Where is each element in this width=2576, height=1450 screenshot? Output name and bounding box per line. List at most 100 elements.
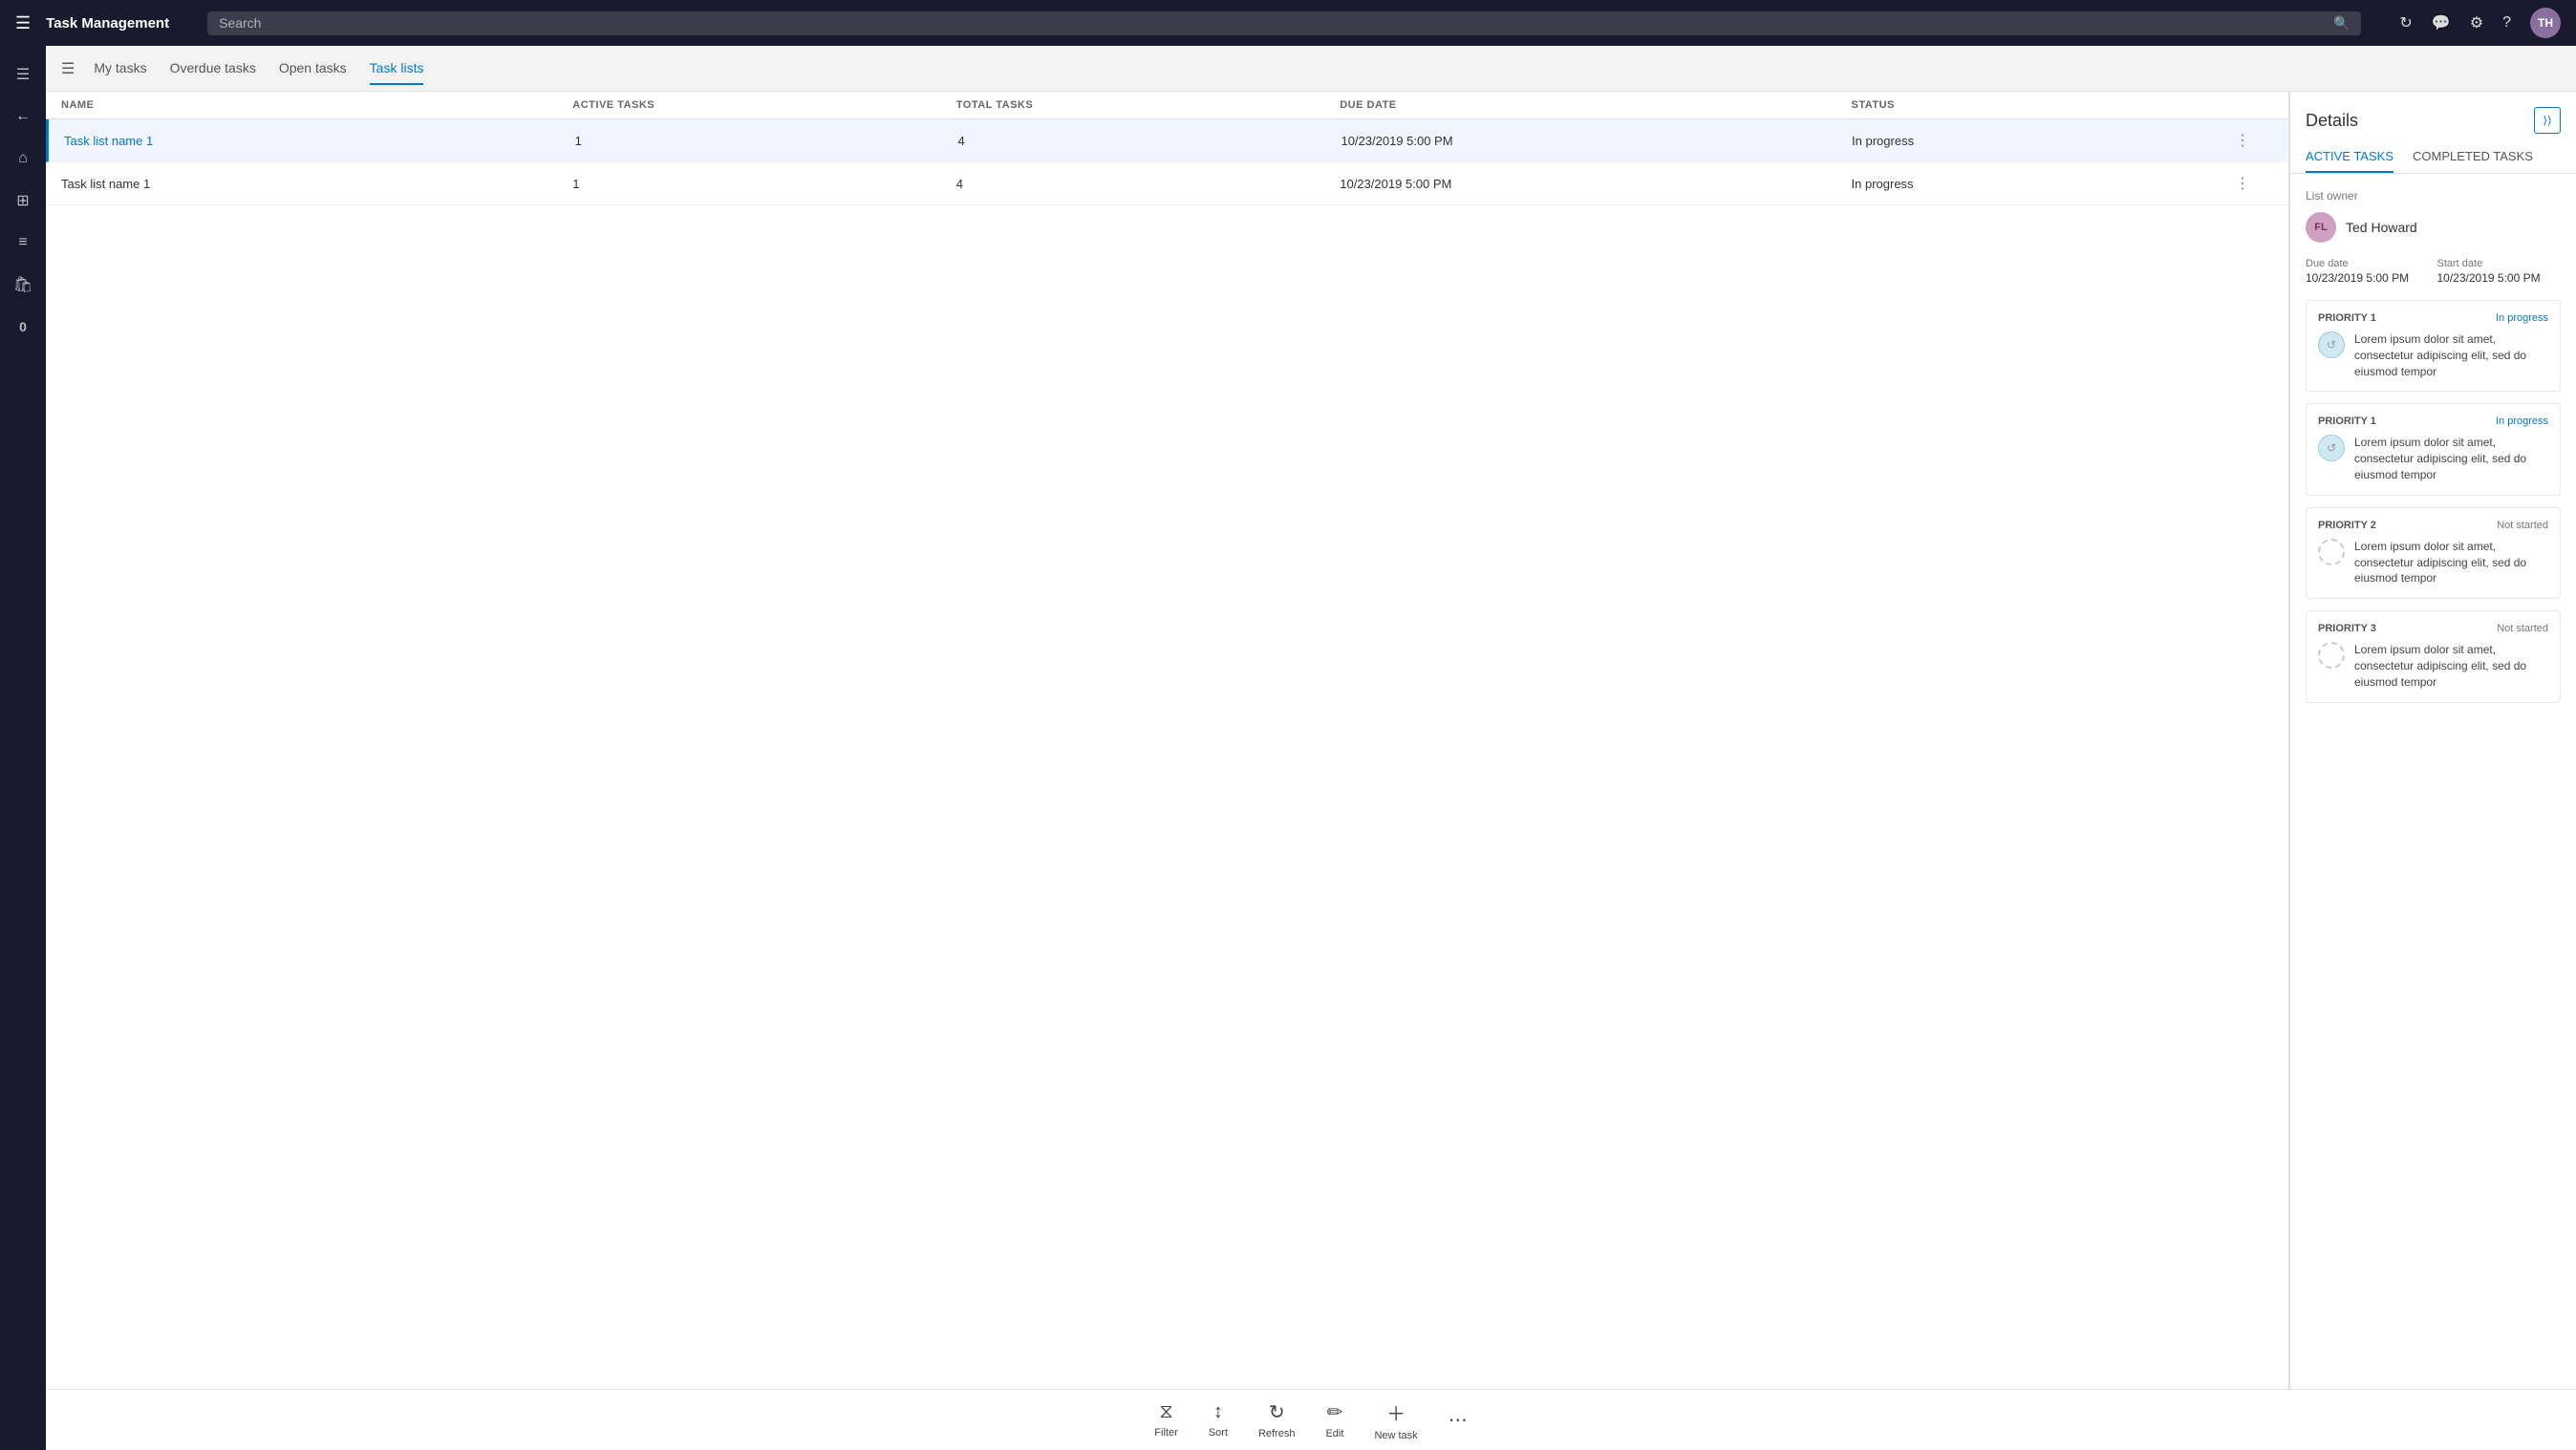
start-date-value: 10/23/2019 5:00 PM bbox=[2437, 271, 2562, 285]
task-card-4[interactable]: PRIORITY 3 Not started Lorem ipsum dolor… bbox=[2306, 610, 2561, 702]
tab-open-tasks[interactable]: Open tasks bbox=[279, 53, 347, 85]
table-header: NAME ACTIVE TASKS TOTAL TASKS DUE DATE S… bbox=[46, 92, 2288, 119]
task-card-1[interactable]: PRIORITY 1 In progress ↺ Lorem ipsum dol… bbox=[2306, 300, 2561, 392]
task-status-1: In progress bbox=[2496, 312, 2548, 324]
due-date-block: Due date 10/23/2019 5:00 PM bbox=[2306, 258, 2430, 285]
sidebar-home[interactable]: ⌂ bbox=[6, 141, 40, 176]
cell-total-2: 4 bbox=[956, 177, 1340, 191]
top-nav-icons: ↻ 💬 ⚙ ? TH bbox=[2399, 8, 2561, 38]
chat-icon[interactable]: 💬 bbox=[2432, 13, 2451, 32]
sidebar-list[interactable]: ≡ bbox=[6, 225, 40, 260]
row-more-2[interactable]: ⋮ bbox=[2235, 174, 2273, 193]
content-area: ☰ My tasks Overdue tasks Open tasks Task… bbox=[46, 46, 2576, 1450]
avatar[interactable]: TH bbox=[2530, 8, 2561, 38]
edit-button[interactable]: ✏ Edit bbox=[1325, 1400, 1343, 1439]
refresh-label: Refresh bbox=[1258, 1428, 1296, 1439]
cell-active-1: 1 bbox=[575, 134, 958, 148]
task-icon-1: ↺ bbox=[2318, 331, 2345, 358]
sort-icon: ↕ bbox=[1213, 1401, 1223, 1423]
task-card-content-3: Lorem ipsum dolor sit amet, consectetur … bbox=[2318, 539, 2548, 586]
cell-due-2: 10/23/2019 5:00 PM bbox=[1340, 177, 1851, 191]
search-icon: 🔍 bbox=[2333, 15, 2350, 32]
task-priority-3: PRIORITY 2 bbox=[2318, 520, 2376, 531]
filter-icon: ⧖ bbox=[1160, 1401, 1173, 1423]
help-icon[interactable]: ? bbox=[2502, 14, 2511, 32]
sidebar-bag[interactable]: 🛍 bbox=[6, 267, 40, 302]
task-card-header-2: PRIORITY 1 In progress bbox=[2318, 416, 2548, 427]
details-owner: FL Ted Howard bbox=[2306, 212, 2561, 243]
task-status-2: In progress bbox=[2496, 416, 2548, 427]
task-card-header-1: PRIORITY 1 In progress bbox=[2318, 312, 2548, 324]
toolbar-more-button[interactable]: ⋯ bbox=[1449, 1408, 1468, 1432]
start-date-block: Start date 10/23/2019 5:00 PM bbox=[2437, 258, 2562, 285]
tab-active-tasks[interactable]: ACTIVE TASKS bbox=[2306, 141, 2394, 173]
filter-label: Filter bbox=[1154, 1427, 1177, 1439]
refresh-icon[interactable]: ↻ bbox=[2399, 13, 2412, 32]
app-title: Task Management bbox=[46, 15, 169, 32]
cell-status-2: In progress bbox=[1852, 177, 2235, 191]
table-area: NAME ACTIVE TASKS TOTAL TASKS DUE DATE S… bbox=[46, 92, 2289, 1389]
details-panel: Details ⟩⟩ ACTIVE TASKS COMPLETED TASKS … bbox=[2289, 92, 2576, 1389]
sidebar-back[interactable]: ← bbox=[6, 99, 40, 134]
filter-button[interactable]: ⧖ Filter bbox=[1154, 1401, 1177, 1439]
details-collapse-button[interactable]: ⟩⟩ bbox=[2534, 107, 2561, 134]
details-tabs: ACTIVE TASKS COMPLETED TASKS bbox=[2290, 141, 2576, 174]
tab-overdue-tasks[interactable]: Overdue tasks bbox=[170, 53, 256, 85]
table-row[interactable]: Task list name 1 1 4 10/23/2019 5:00 PM … bbox=[46, 162, 2288, 205]
task-text-1: Lorem ipsum dolor sit amet, consectetur … bbox=[2354, 331, 2548, 379]
task-text-2: Lorem ipsum dolor sit amet, consectetur … bbox=[2354, 435, 2548, 482]
left-sidebar: ☰ ← ⌂ ⊞ ≡ 🛍 0 bbox=[0, 46, 46, 1450]
task-icon-2: ↺ bbox=[2318, 435, 2345, 461]
content-row: NAME ACTIVE TASKS TOTAL TASKS DUE DATE S… bbox=[46, 92, 2576, 1389]
col-due-date: DUE DATE bbox=[1340, 99, 1851, 111]
tab-task-lists[interactable]: Task lists bbox=[370, 53, 424, 85]
task-card-2[interactable]: PRIORITY 1 In progress ↺ Lorem ipsum dol… bbox=[2306, 403, 2561, 495]
row-more-1[interactable]: ⋮ bbox=[2235, 131, 2273, 150]
search-input[interactable] bbox=[219, 15, 2333, 31]
list-owner-label: List owner bbox=[2306, 189, 2561, 203]
owner-avatar: FL bbox=[2306, 212, 2336, 243]
sub-nav-tabs: My tasks Overdue tasks Open tasks Task l… bbox=[94, 53, 423, 85]
task-card-content-4: Lorem ipsum dolor sit amet, consectetur … bbox=[2318, 642, 2548, 690]
sidebar-hamburger[interactable]: ☰ bbox=[6, 57, 40, 92]
cell-name-2: Task list name 1 bbox=[61, 177, 572, 191]
task-card-3[interactable]: PRIORITY 2 Not started Lorem ipsum dolor… bbox=[2306, 507, 2561, 599]
refresh-button[interactable]: ↻ Refresh bbox=[1258, 1400, 1296, 1439]
sub-nav-hamburger[interactable]: ☰ bbox=[61, 59, 75, 78]
cell-name-1: Task list name 1 bbox=[64, 134, 575, 148]
owner-name: Ted Howard bbox=[2346, 220, 2417, 235]
tab-completed-tasks[interactable]: COMPLETED TASKS bbox=[2413, 141, 2533, 173]
cell-status-1: In progress bbox=[1852, 134, 2235, 148]
col-status: STATUS bbox=[1852, 99, 2235, 111]
cell-due-1: 10/23/2019 5:00 PM bbox=[1341, 134, 1852, 148]
sidebar-apps[interactable]: ⊞ bbox=[6, 183, 40, 218]
search-bar[interactable]: 🔍 bbox=[207, 11, 2361, 35]
settings-icon[interactable]: ⚙ bbox=[2470, 13, 2483, 32]
sidebar-badge: 0 bbox=[6, 309, 40, 344]
due-date-value: 10/23/2019 5:00 PM bbox=[2306, 271, 2430, 285]
details-header: Details ⟩⟩ bbox=[2290, 92, 2576, 134]
new-task-button[interactable]: ＋ New task bbox=[1374, 1398, 1417, 1441]
task-card-header-4: PRIORITY 3 Not started bbox=[2318, 623, 2548, 634]
tab-my-tasks[interactable]: My tasks bbox=[94, 53, 146, 85]
table-row[interactable]: Task list name 1 1 4 10/23/2019 5:00 PM … bbox=[46, 119, 2288, 162]
task-icon-4 bbox=[2318, 642, 2345, 669]
task-status-4: Not started bbox=[2497, 623, 2548, 634]
due-date-label: Due date bbox=[2306, 258, 2430, 269]
hamburger-icon[interactable]: ☰ bbox=[15, 13, 31, 33]
sort-button[interactable]: ↕ Sort bbox=[1209, 1401, 1228, 1439]
main-layout: ☰ ← ⌂ ⊞ ≡ 🛍 0 ☰ My tasks Overdue tasks O… bbox=[0, 46, 2576, 1450]
task-priority-4: PRIORITY 3 bbox=[2318, 623, 2376, 634]
task-text-4: Lorem ipsum dolor sit amet, consectetur … bbox=[2354, 642, 2548, 690]
cell-total-1: 4 bbox=[958, 134, 1342, 148]
task-status-3: Not started bbox=[2497, 520, 2548, 531]
task-priority-2: PRIORITY 1 bbox=[2318, 416, 2376, 427]
sort-label: Sort bbox=[1209, 1427, 1228, 1439]
edit-icon: ✏ bbox=[1327, 1400, 1343, 1424]
start-date-label: Start date bbox=[2437, 258, 2562, 269]
sub-nav: ☰ My tasks Overdue tasks Open tasks Task… bbox=[46, 46, 2576, 92]
new-task-icon: ＋ bbox=[1386, 1398, 1406, 1426]
col-name: NAME bbox=[61, 99, 572, 111]
details-dates: Due date 10/23/2019 5:00 PM Start date 1… bbox=[2306, 258, 2561, 285]
edit-label: Edit bbox=[1325, 1428, 1343, 1439]
